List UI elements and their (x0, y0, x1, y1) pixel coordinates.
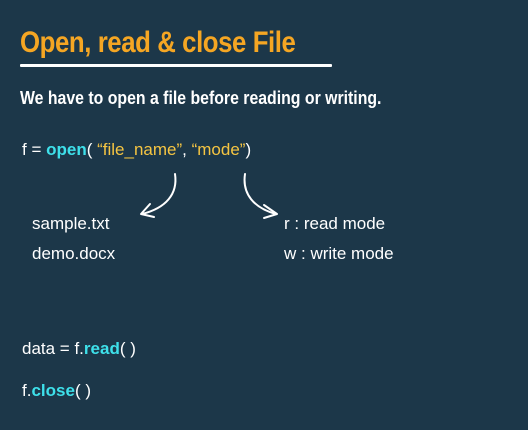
mode-example-write: w : write mode (284, 244, 394, 263)
mode-arrow (243, 173, 277, 215)
read-parens: ( ) (119, 339, 136, 358)
close-code-line: f.close( ) (22, 381, 91, 401)
read-code-line: data = f.read( ) (22, 339, 136, 359)
close-parens: ( ) (74, 381, 91, 400)
mode-example-read: r : read mode (284, 214, 386, 233)
file-example-demo: demo.docx (32, 244, 116, 263)
close-function: close (31, 381, 75, 400)
read-prefix: data = f. (22, 339, 84, 358)
file-example-sample: sample.txt (32, 214, 110, 233)
read-function: read (83, 339, 120, 358)
